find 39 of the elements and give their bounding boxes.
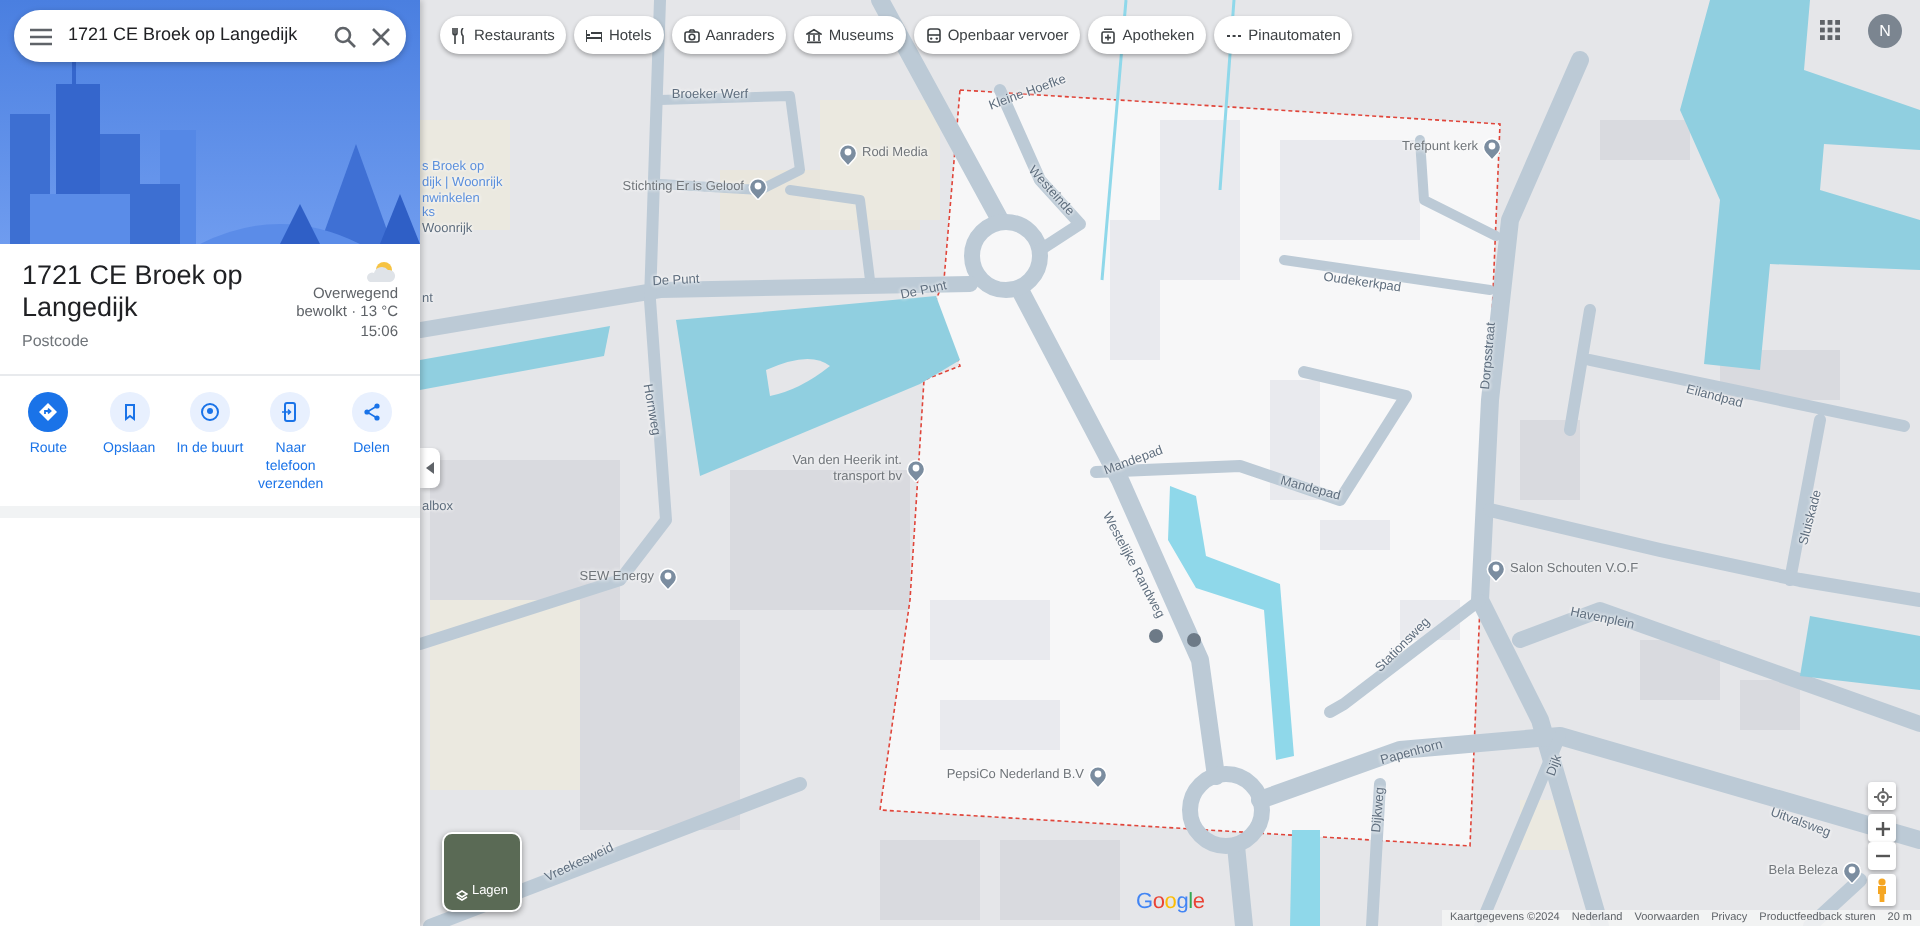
place-pin-icon[interactable] [1482,136,1502,160]
plus-icon [1875,821,1889,835]
search-icon[interactable] [334,25,356,47]
place-pin-icon[interactable] [1842,860,1862,884]
nearby-icon [199,402,220,422]
account-avatar[interactable]: N [1868,14,1902,48]
place-pin-icon[interactable] [658,566,678,590]
bed-icon [586,27,603,43]
menu-icon[interactable] [30,27,52,45]
zoom-in-button[interactable] [1868,814,1896,842]
zoom-out-button[interactable] [1868,842,1896,870]
minus-icon [1875,854,1889,858]
my-location-button[interactable] [1868,782,1896,810]
directions-icon [38,402,59,422]
museum-icon [806,27,823,43]
crosshair-icon [1873,787,1891,805]
fork-knife-icon [452,27,468,43]
apps-grid-icon[interactable] [1820,20,1840,40]
google-logo: Google [1136,888,1205,918]
send-to-phone-icon [280,402,301,422]
search-bar[interactable]: 1721 CE Broek op Langedijk [14,10,406,62]
place-pin-icon[interactable] [838,142,858,166]
place-pin-icon[interactable] [906,458,926,482]
place-pin-icon[interactable] [1088,764,1108,788]
share-icon [361,402,382,422]
person-icon [1876,878,1888,902]
collapse-panel-button[interactable] [420,448,440,488]
place-title: 1721 CE Broek op Langedijk [22,260,245,324]
caret-icon [426,462,434,474]
pharmacy-icon [1100,27,1117,43]
place-pin-icon[interactable] [1486,558,1506,582]
place-pin-icon[interactable] [748,176,768,200]
close-icon[interactable] [372,27,390,45]
bus-icon [925,27,942,43]
camera-icon [683,27,700,43]
layers-icon [455,890,468,902]
partly-cloudy-icon [366,260,398,284]
bookmark-icon [119,402,140,422]
place-type: Postcode [22,330,91,354]
